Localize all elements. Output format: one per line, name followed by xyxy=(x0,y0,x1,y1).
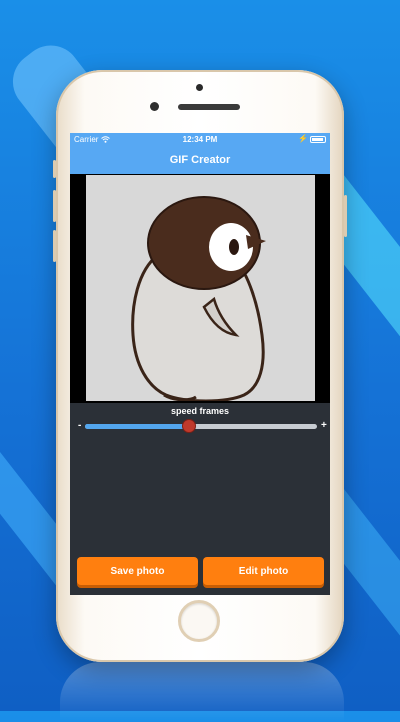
penguin-illustration xyxy=(131,196,266,403)
gif-preview xyxy=(70,174,330,403)
status-time: 12:34 PM xyxy=(182,135,218,144)
slider-min-label: - xyxy=(78,420,82,431)
speed-label: speed frames xyxy=(170,406,230,416)
phone-frame: Carrier 12:34 PM ⚡ GIF Creator speed fra… xyxy=(53,70,347,662)
save-photo-button[interactable]: Save photo xyxy=(77,557,198,585)
power-button xyxy=(344,195,347,237)
page-title: GIF Creator xyxy=(169,154,231,166)
battery-icon xyxy=(310,136,326,143)
mute-switch xyxy=(53,160,56,178)
earpiece-speaker xyxy=(178,104,240,110)
speed-slider[interactable] xyxy=(85,419,317,433)
app-screen: Carrier 12:34 PM ⚡ GIF Creator speed fra… xyxy=(70,133,330,595)
proximity-sensor xyxy=(196,84,203,91)
edit-photo-button[interactable]: Edit photo xyxy=(203,557,324,585)
speed-slider-fill xyxy=(85,424,190,429)
nav-bar: GIF Creator xyxy=(70,147,330,174)
front-camera xyxy=(150,102,159,111)
status-bar: Carrier 12:34 PM ⚡ xyxy=(70,133,330,147)
home-button[interactable] xyxy=(178,600,220,642)
preview-canvas xyxy=(86,175,315,403)
phone-reflection xyxy=(60,662,344,722)
bolt-icon: ⚡ xyxy=(298,134,308,143)
slider-max-label: + xyxy=(321,420,327,431)
volume-down-button xyxy=(53,230,56,262)
volume-up-button xyxy=(53,190,56,222)
speed-slider-thumb[interactable] xyxy=(182,419,197,433)
